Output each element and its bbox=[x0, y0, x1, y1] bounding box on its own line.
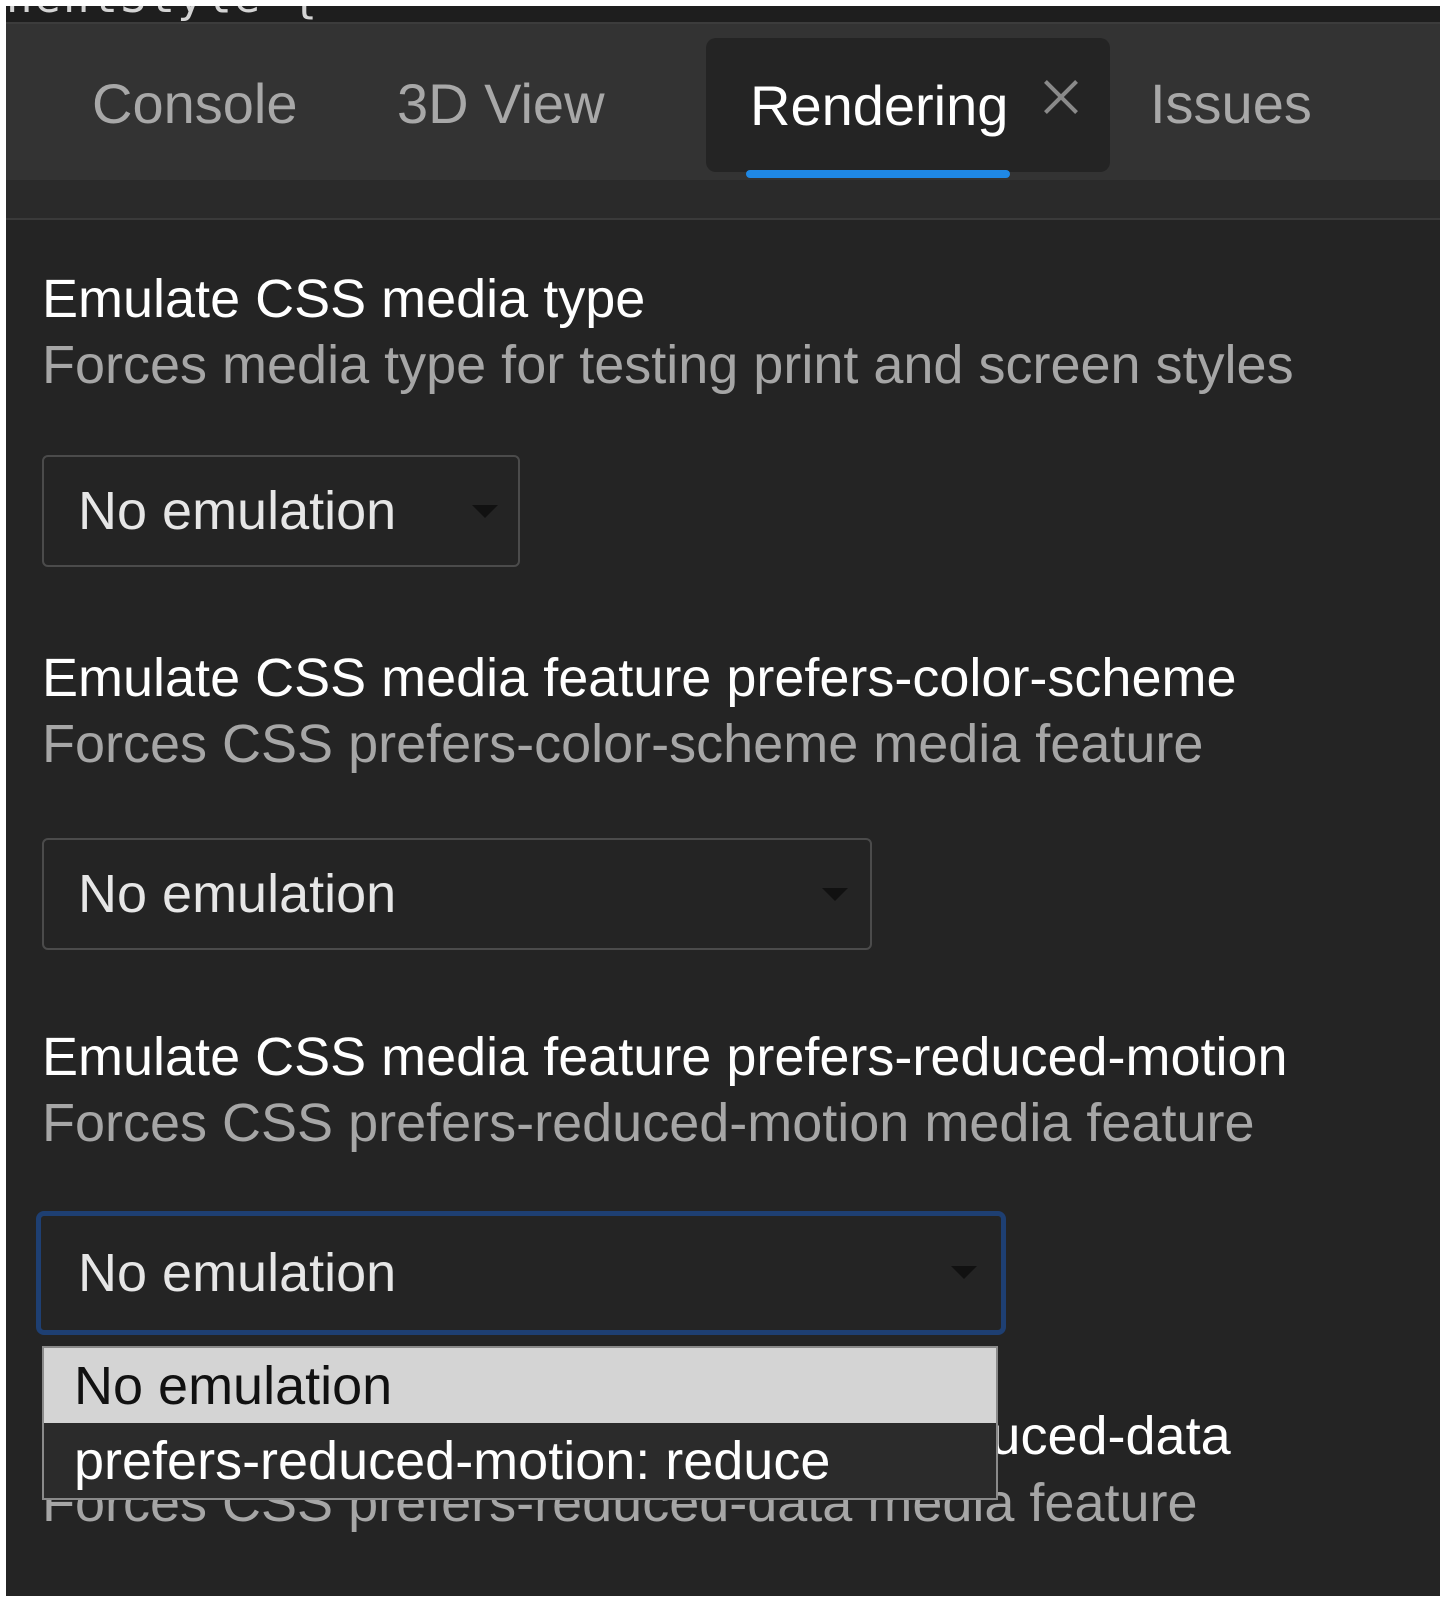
reduced-motion-select[interactable]: No emulation bbox=[36, 1211, 1006, 1335]
panel-toolbar bbox=[6, 180, 1440, 220]
tab-issues[interactable]: Issues bbox=[1150, 24, 1312, 182]
option-prefers-reduced-motion-reduce[interactable]: prefers-reduced-motion: reduce bbox=[44, 1423, 996, 1498]
tab-console[interactable]: Console bbox=[92, 24, 297, 182]
tab-rendering[interactable]: Rendering bbox=[706, 38, 1110, 172]
active-tab-indicator bbox=[746, 170, 1010, 178]
media-type-title: Emulate CSS media type bbox=[42, 269, 646, 329]
color-scheme-select-value: No emulation bbox=[78, 864, 397, 924]
close-icon[interactable] bbox=[1039, 75, 1083, 119]
media-type-select-value: No emulation bbox=[78, 481, 397, 541]
tab-rendering-label: Rendering bbox=[750, 73, 1009, 137]
drawer-tab-bar: Console 3D View Rendering Issues bbox=[6, 22, 1440, 182]
reduced-motion-description: Forces CSS prefers-reduced-motion media … bbox=[42, 1093, 1255, 1153]
media-type-description: Forces media type for testing print and … bbox=[42, 335, 1294, 395]
code-editor-sliver: nentStyle { bbox=[6, 6, 1440, 22]
chevron-down-icon bbox=[822, 888, 848, 901]
media-type-select[interactable]: No emulation bbox=[42, 455, 520, 567]
reduced-motion-select-value: No emulation bbox=[78, 1243, 397, 1303]
rendering-panel: nentStyle { Console 3D View Rendering Is… bbox=[6, 6, 1440, 1596]
option-no-emulation[interactable]: No emulation bbox=[44, 1348, 996, 1423]
color-scheme-description: Forces CSS prefers-color-scheme media fe… bbox=[42, 714, 1204, 774]
color-scheme-title: Emulate CSS media feature prefers-color-… bbox=[42, 648, 1237, 708]
tab-3d-view[interactable]: 3D View bbox=[397, 24, 605, 182]
chevron-down-icon bbox=[951, 1266, 977, 1279]
reduced-motion-title: Emulate CSS media feature prefers-reduce… bbox=[42, 1027, 1288, 1087]
chevron-down-icon bbox=[472, 505, 498, 518]
reduced-motion-options-list: No emulation prefers-reduced-motion: red… bbox=[42, 1346, 998, 1500]
color-scheme-select[interactable]: No emulation bbox=[42, 838, 872, 950]
code-line: nentStyle { bbox=[6, 6, 319, 22]
